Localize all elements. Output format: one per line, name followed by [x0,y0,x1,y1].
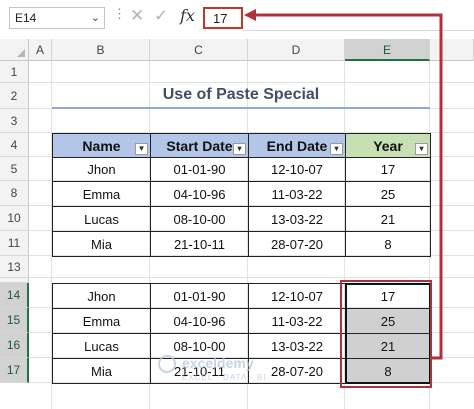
table1-cell[interactable]: 21-10-11 [150,231,249,257]
table2-cell[interactable]: 13-03-22 [248,333,346,359]
table1-header-year[interactable]: Year ▾ [345,133,431,158]
table1-cell[interactable]: 04-10-96 [150,181,249,207]
row-header-13[interactable]: 13 [0,256,29,278]
table1-header-start-date[interactable]: Start Date ▾ [150,133,249,158]
table2-cell[interactable]: 25 [345,308,431,334]
name-box[interactable]: E14 ⌄ [9,7,105,29]
table2-cell[interactable]: 01-01-90 [150,283,249,309]
table2-cell[interactable]: 8 [345,358,431,384]
table2-cell[interactable]: 21-10-11 [150,358,249,384]
table2-cell[interactable]: 21 [345,333,431,359]
table1-cell[interactable]: Lucas [52,206,151,232]
name-box-value[interactable]: E14 [15,11,36,25]
table2-cell[interactable]: 17 [345,283,431,309]
row-header-10[interactable]: 10 [0,206,29,231]
table1-header-label: Name [82,138,121,154]
table1-cell[interactable]: 17 [345,157,431,182]
table1-cell[interactable]: 21 [345,206,431,232]
table2-cell[interactable]: Mia [52,358,151,384]
spreadsheet-grid: A B C D E 1 2 3 4 5 8 10 11 13 14 15 16 17 Use of Paste Sp… [0,36,474,409]
row-gridline [29,277,474,278]
column-header-c[interactable]: C [150,39,248,61]
table1-header-label: Year [373,138,403,154]
row-header-3[interactable]: 3 [0,109,29,133]
table2-cell[interactable]: 11-03-22 [248,308,346,334]
row-header-15[interactable]: 15 [0,308,29,333]
table2-cell[interactable]: 08-10-00 [150,333,249,359]
select-all-corner[interactable] [0,39,29,61]
table2-cell[interactable]: 12-10-07 [248,283,346,309]
table2-cell[interactable]: 28-07-20 [248,358,346,384]
table1-cell[interactable]: 12-10-07 [248,157,346,182]
row-header-8[interactable]: 8 [0,181,29,206]
table1-header-name[interactable]: Name ▼ [52,133,151,158]
table1-cell[interactable]: Mia [52,231,151,257]
table1-cell[interactable]: 8 [345,231,431,257]
cancel-x-icon[interactable]: ✕ [130,6,144,26]
insert-function-icon[interactable]: fx [180,6,195,25]
row-header-1[interactable]: 1 [0,61,29,83]
column-header-a[interactable]: A [29,39,52,61]
table1-header-end-date[interactable]: End Date ▾ [248,133,346,158]
row-header-4[interactable]: 4 [0,133,29,157]
table1-cell[interactable]: 28-07-20 [248,231,346,257]
column-header-b[interactable]: B [52,39,150,61]
table1-cell[interactable]: Emma [52,181,151,207]
title-underline [52,107,430,109]
row-header-16[interactable]: 16 [0,333,29,358]
formula-bar-divider [243,30,474,31]
filter-active-icon[interactable]: ▼ [135,143,148,155]
filter-dropdown-icon[interactable]: ▾ [415,143,428,155]
row-header-gap [0,278,29,283]
row-header-17[interactable]: 17 [0,358,29,383]
filter-dropdown-icon[interactable]: ▾ [330,143,343,155]
enter-check-icon[interactable]: ✓ [154,6,168,26]
column-header-filler [430,39,474,61]
formula-input-value[interactable]: 17 [213,11,227,26]
table2-cell[interactable]: 04-10-96 [150,308,249,334]
table1-cell[interactable]: Jhon [52,157,151,182]
table2-cell[interactable]: Emma [52,308,151,334]
table1-cell[interactable]: 11-03-22 [248,181,346,207]
table1-cell[interactable]: 25 [345,181,431,207]
formula-input[interactable]: 17 [203,7,243,29]
table2-cell[interactable]: Jhon [52,283,151,309]
more-options-icon[interactable]: ⋮ [113,6,126,22]
table1-header-label: End Date [266,138,328,154]
table2-cell[interactable]: Lucas [52,333,151,359]
table1-cell[interactable]: 01-01-90 [150,157,249,182]
row-header-2[interactable]: 2 [0,83,29,109]
row-header-11[interactable]: 11 [0,231,29,256]
sheet-title: Use of Paste Special [162,86,320,103]
row-header-5[interactable]: 5 [0,157,29,181]
table1-cell[interactable]: 13-03-22 [248,206,346,232]
table1-cell[interactable]: 08-10-00 [150,206,249,232]
column-header-d[interactable]: D [248,39,345,61]
formula-bar: E14 ⌄ ⋮ ✕ ✓ fx 17 [0,0,474,36]
column-header-e[interactable]: E [345,39,430,61]
table1-header-label: Start Date [166,138,233,154]
row-header-14[interactable]: 14 [0,283,29,308]
filter-dropdown-icon[interactable]: ▾ [233,143,246,155]
chevron-down-icon[interactable]: ⌄ [91,11,100,24]
